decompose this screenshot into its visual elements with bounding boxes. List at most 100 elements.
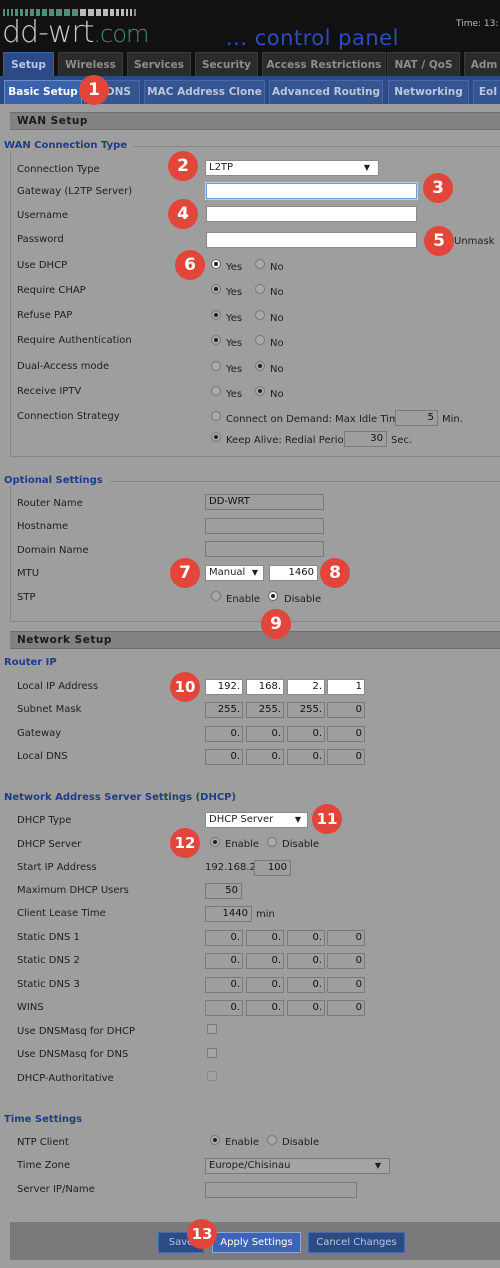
subtab-basic-setup[interactable]: Basic Setup: [4, 80, 82, 104]
use-dhcp-yes-radio[interactable]: [211, 259, 221, 269]
subnet-octet-2[interactable]: 255.: [246, 702, 284, 718]
gateway-input[interactable]: [206, 183, 417, 199]
dhcp-server-enable-radio[interactable]: [210, 837, 220, 847]
local-dns-octet-4[interactable]: 0: [327, 749, 365, 765]
wins-octet-3[interactable]: 0.: [287, 1000, 325, 1016]
require-chap-yes-radio[interactable]: [211, 284, 221, 294]
require-auth-yes-radio[interactable]: [211, 335, 221, 345]
dns1-octet-4[interactable]: 0: [327, 930, 365, 946]
no-label: No: [270, 313, 284, 324]
mtu-value-input[interactable]: 1460: [269, 565, 318, 581]
subtab-networking[interactable]: Networking: [388, 80, 469, 104]
local-dns-octet-1[interactable]: 0.: [205, 749, 243, 765]
tab-administration[interactable]: Adm: [464, 52, 500, 76]
dns3-octet-2[interactable]: 0.: [246, 977, 284, 993]
local-dns-octet-3[interactable]: 0.: [287, 749, 325, 765]
mtu-mode-select[interactable]: Manual ▼: [205, 565, 264, 581]
tab-setup[interactable]: Setup: [3, 52, 54, 76]
local-ip-octet-1[interactable]: 192.: [205, 679, 243, 695]
username-input[interactable]: [206, 206, 417, 222]
subnet-octet-3[interactable]: 255.: [287, 702, 325, 718]
ntp-server-input[interactable]: [205, 1182, 357, 1198]
dnsmasq-dhcp-checkbox[interactable]: [207, 1024, 217, 1034]
tab-services[interactable]: Services: [127, 52, 191, 76]
tab-nat-qos[interactable]: NAT / QoS: [387, 52, 460, 76]
main-tabs: Setup Wireless Services Security Access …: [0, 52, 500, 76]
tab-wireless[interactable]: Wireless: [58, 52, 123, 76]
dhcp-authoritative-checkbox[interactable]: [207, 1071, 217, 1081]
gateway-octet-4[interactable]: 0: [327, 726, 365, 742]
require-auth-no-radio[interactable]: [255, 335, 265, 345]
keep-alive-label: Keep Alive: Redial Period: [226, 435, 350, 446]
dns1-octet-2[interactable]: 0.: [246, 930, 284, 946]
router-name-input[interactable]: DD-WRT: [205, 494, 324, 510]
dhcp-type-select[interactable]: DHCP Server ▼: [205, 812, 308, 828]
apply-settings-button[interactable]: Apply Settings: [212, 1232, 301, 1253]
subnet-octet-4[interactable]: 0: [327, 702, 365, 718]
domain-name-input[interactable]: [205, 541, 324, 557]
dual-access-yes-radio[interactable]: [211, 361, 221, 371]
ntp-disable-radio[interactable]: [267, 1135, 277, 1145]
require-chap-no-radio[interactable]: [255, 284, 265, 294]
local-dns-octet-2[interactable]: 0.: [246, 749, 284, 765]
enable-label: Enable: [225, 839, 260, 850]
start-ip-input[interactable]: 100: [254, 860, 291, 876]
lease-time-input[interactable]: 1440: [205, 906, 252, 922]
dns3-octet-4[interactable]: 0: [327, 977, 365, 993]
local-ip-octet-2[interactable]: 168.: [246, 679, 284, 695]
gateway-octet-3[interactable]: 0.: [287, 726, 325, 742]
dnsmasq-dns-checkbox[interactable]: [207, 1048, 217, 1058]
yes-label: Yes: [226, 313, 243, 324]
connection-type-select[interactable]: L2TP ▼: [205, 160, 379, 176]
wins-octet-1[interactable]: 0.: [205, 1000, 243, 1016]
dns2-octet-2[interactable]: 0.: [246, 953, 284, 969]
dhcp-server-disable-radio[interactable]: [267, 837, 277, 847]
local-ip-octet-3[interactable]: 2.: [287, 679, 325, 695]
refuse-pap-no-radio[interactable]: [255, 310, 265, 320]
receive-iptv-no-radio[interactable]: [255, 386, 265, 396]
dual-access-no-radio[interactable]: [255, 361, 265, 371]
dns1-octet-3[interactable]: 0.: [287, 930, 325, 946]
enable-label: Enable: [226, 594, 261, 605]
hostname-input[interactable]: [205, 518, 324, 534]
label-max-dhcp-users: Maximum DHCP Users: [17, 885, 129, 896]
subnet-octet-1[interactable]: 255.: [205, 702, 243, 718]
time-zone-select[interactable]: Europe/Chisinau ▼: [205, 1158, 390, 1174]
min-unit: Min.: [442, 414, 463, 425]
dns2-octet-3[interactable]: 0.: [287, 953, 325, 969]
connect-on-demand-label: Connect on Demand: Max Idle Time: [226, 414, 405, 425]
tab-access-restrictions[interactable]: Access Restrictions: [262, 52, 386, 76]
wins-octet-4[interactable]: 0: [327, 1000, 365, 1016]
subtab-mac-address-clone[interactable]: MAC Address Clone: [144, 80, 265, 104]
dns3-octet-3[interactable]: 0.: [287, 977, 325, 993]
dns3-octet-1[interactable]: 0.: [205, 977, 243, 993]
dns2-octet-4[interactable]: 0: [327, 953, 365, 969]
receive-iptv-yes-radio[interactable]: [211, 386, 221, 396]
use-dhcp-no-radio[interactable]: [255, 259, 265, 269]
stp-disable-radio[interactable]: [268, 591, 278, 601]
dns2-octet-1[interactable]: 0.: [205, 953, 243, 969]
ntp-enable-radio[interactable]: [210, 1135, 220, 1145]
keep-alive-radio[interactable]: [211, 432, 221, 442]
refuse-pap-yes-radio[interactable]: [211, 310, 221, 320]
wins-octet-2[interactable]: 0.: [246, 1000, 284, 1016]
sub-tabs: Basic Setup DDNS MAC Address Clone Advan…: [0, 76, 500, 104]
max-idle-time-input[interactable]: 5: [395, 410, 438, 426]
dns1-octet-1[interactable]: 0.: [205, 930, 243, 946]
max-users-input[interactable]: 50: [205, 883, 242, 899]
password-input[interactable]: [206, 232, 417, 248]
stp-enable-radio[interactable]: [211, 591, 221, 601]
local-ip-octet-4[interactable]: 1: [327, 679, 365, 695]
tab-security[interactable]: Security: [195, 52, 258, 76]
gateway-octet-2[interactable]: 0.: [246, 726, 284, 742]
subtab-eoip[interactable]: EoI: [473, 80, 500, 104]
label-refuse-pap: Refuse PAP: [17, 310, 73, 321]
cancel-changes-button[interactable]: Cancel Changes: [308, 1232, 405, 1253]
connect-on-demand-radio[interactable]: [211, 411, 221, 421]
yes-label: Yes: [226, 287, 243, 298]
unmask-label[interactable]: Unmask: [454, 236, 495, 247]
redial-period-input[interactable]: 30: [344, 431, 387, 447]
legend-router-ip: Router IP: [4, 657, 63, 668]
subtab-advanced-routing[interactable]: Advanced Routing: [269, 80, 383, 104]
gateway-octet-1[interactable]: 0.: [205, 726, 243, 742]
